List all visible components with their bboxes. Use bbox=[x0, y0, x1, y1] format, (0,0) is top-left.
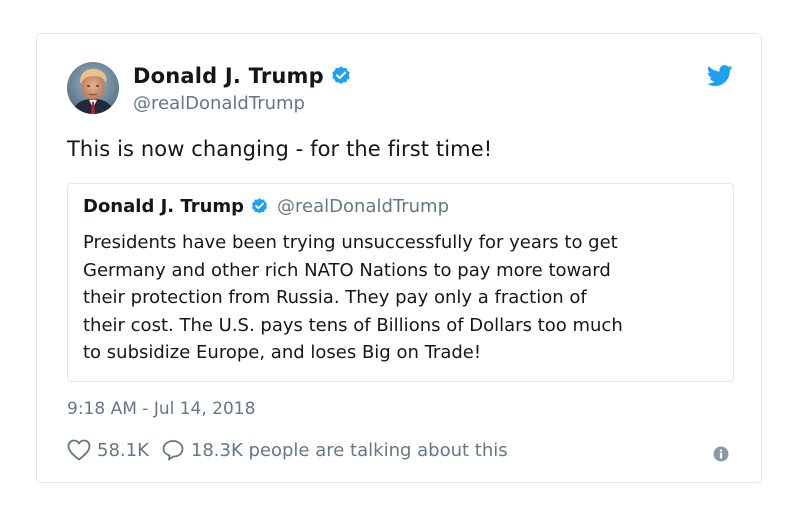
quoted-tweet-header: Donald J. Trump @realDonaldTrump bbox=[83, 196, 449, 217]
quoted-text-line: Presidents have been trying unsuccessful… bbox=[83, 232, 618, 253]
heart-icon[interactable] bbox=[67, 439, 91, 461]
speech-bubble-icon[interactable] bbox=[161, 439, 185, 461]
conversation-count[interactable]: 18.3K people are talking about this bbox=[191, 440, 508, 461]
tweet-timestamp[interactable]: 9:18 AM - Jul 14, 2018 bbox=[67, 399, 255, 419]
verified-badge-icon bbox=[252, 198, 268, 214]
tweet-text: This is now changing - for the first tim… bbox=[67, 137, 493, 161]
tweet-card[interactable]: Donald J. Trump @realDonaldTrump This is… bbox=[36, 33, 762, 483]
verified-badge-icon bbox=[332, 66, 350, 84]
twitter-bird-icon[interactable] bbox=[707, 65, 733, 87]
like-count[interactable]: 58.1K bbox=[97, 440, 149, 461]
quoted-text-line: their cost. The U.S. pays tens of Billio… bbox=[83, 314, 623, 336]
quoted-tweet-body: Presidents have been trying unsuccessful… bbox=[83, 229, 723, 367]
author-handle[interactable]: @realDonaldTrump bbox=[133, 93, 305, 114]
author-name[interactable]: Donald J. Trump bbox=[133, 64, 324, 88]
quoted-author-handle: @realDonaldTrump bbox=[277, 196, 449, 217]
quoted-text-line: to subsidize Europe, and loses Big on Tr… bbox=[83, 342, 482, 363]
quoted-text-line: their protection from Russia. They pay o… bbox=[83, 287, 587, 308]
tweet-actions: 58.1K 18.3K people are talking about thi… bbox=[67, 439, 508, 461]
quoted-tweet[interactable]: Donald J. Trump @realDonaldTrump Preside… bbox=[67, 183, 734, 382]
avatar[interactable] bbox=[67, 62, 119, 114]
author-name-row[interactable]: Donald J. Trump bbox=[133, 64, 352, 88]
info-icon[interactable] bbox=[713, 446, 729, 462]
quoted-text-line: Germany and other rich NATO Nations to p… bbox=[83, 259, 611, 281]
quoted-author-name: Donald J. Trump bbox=[83, 196, 245, 217]
